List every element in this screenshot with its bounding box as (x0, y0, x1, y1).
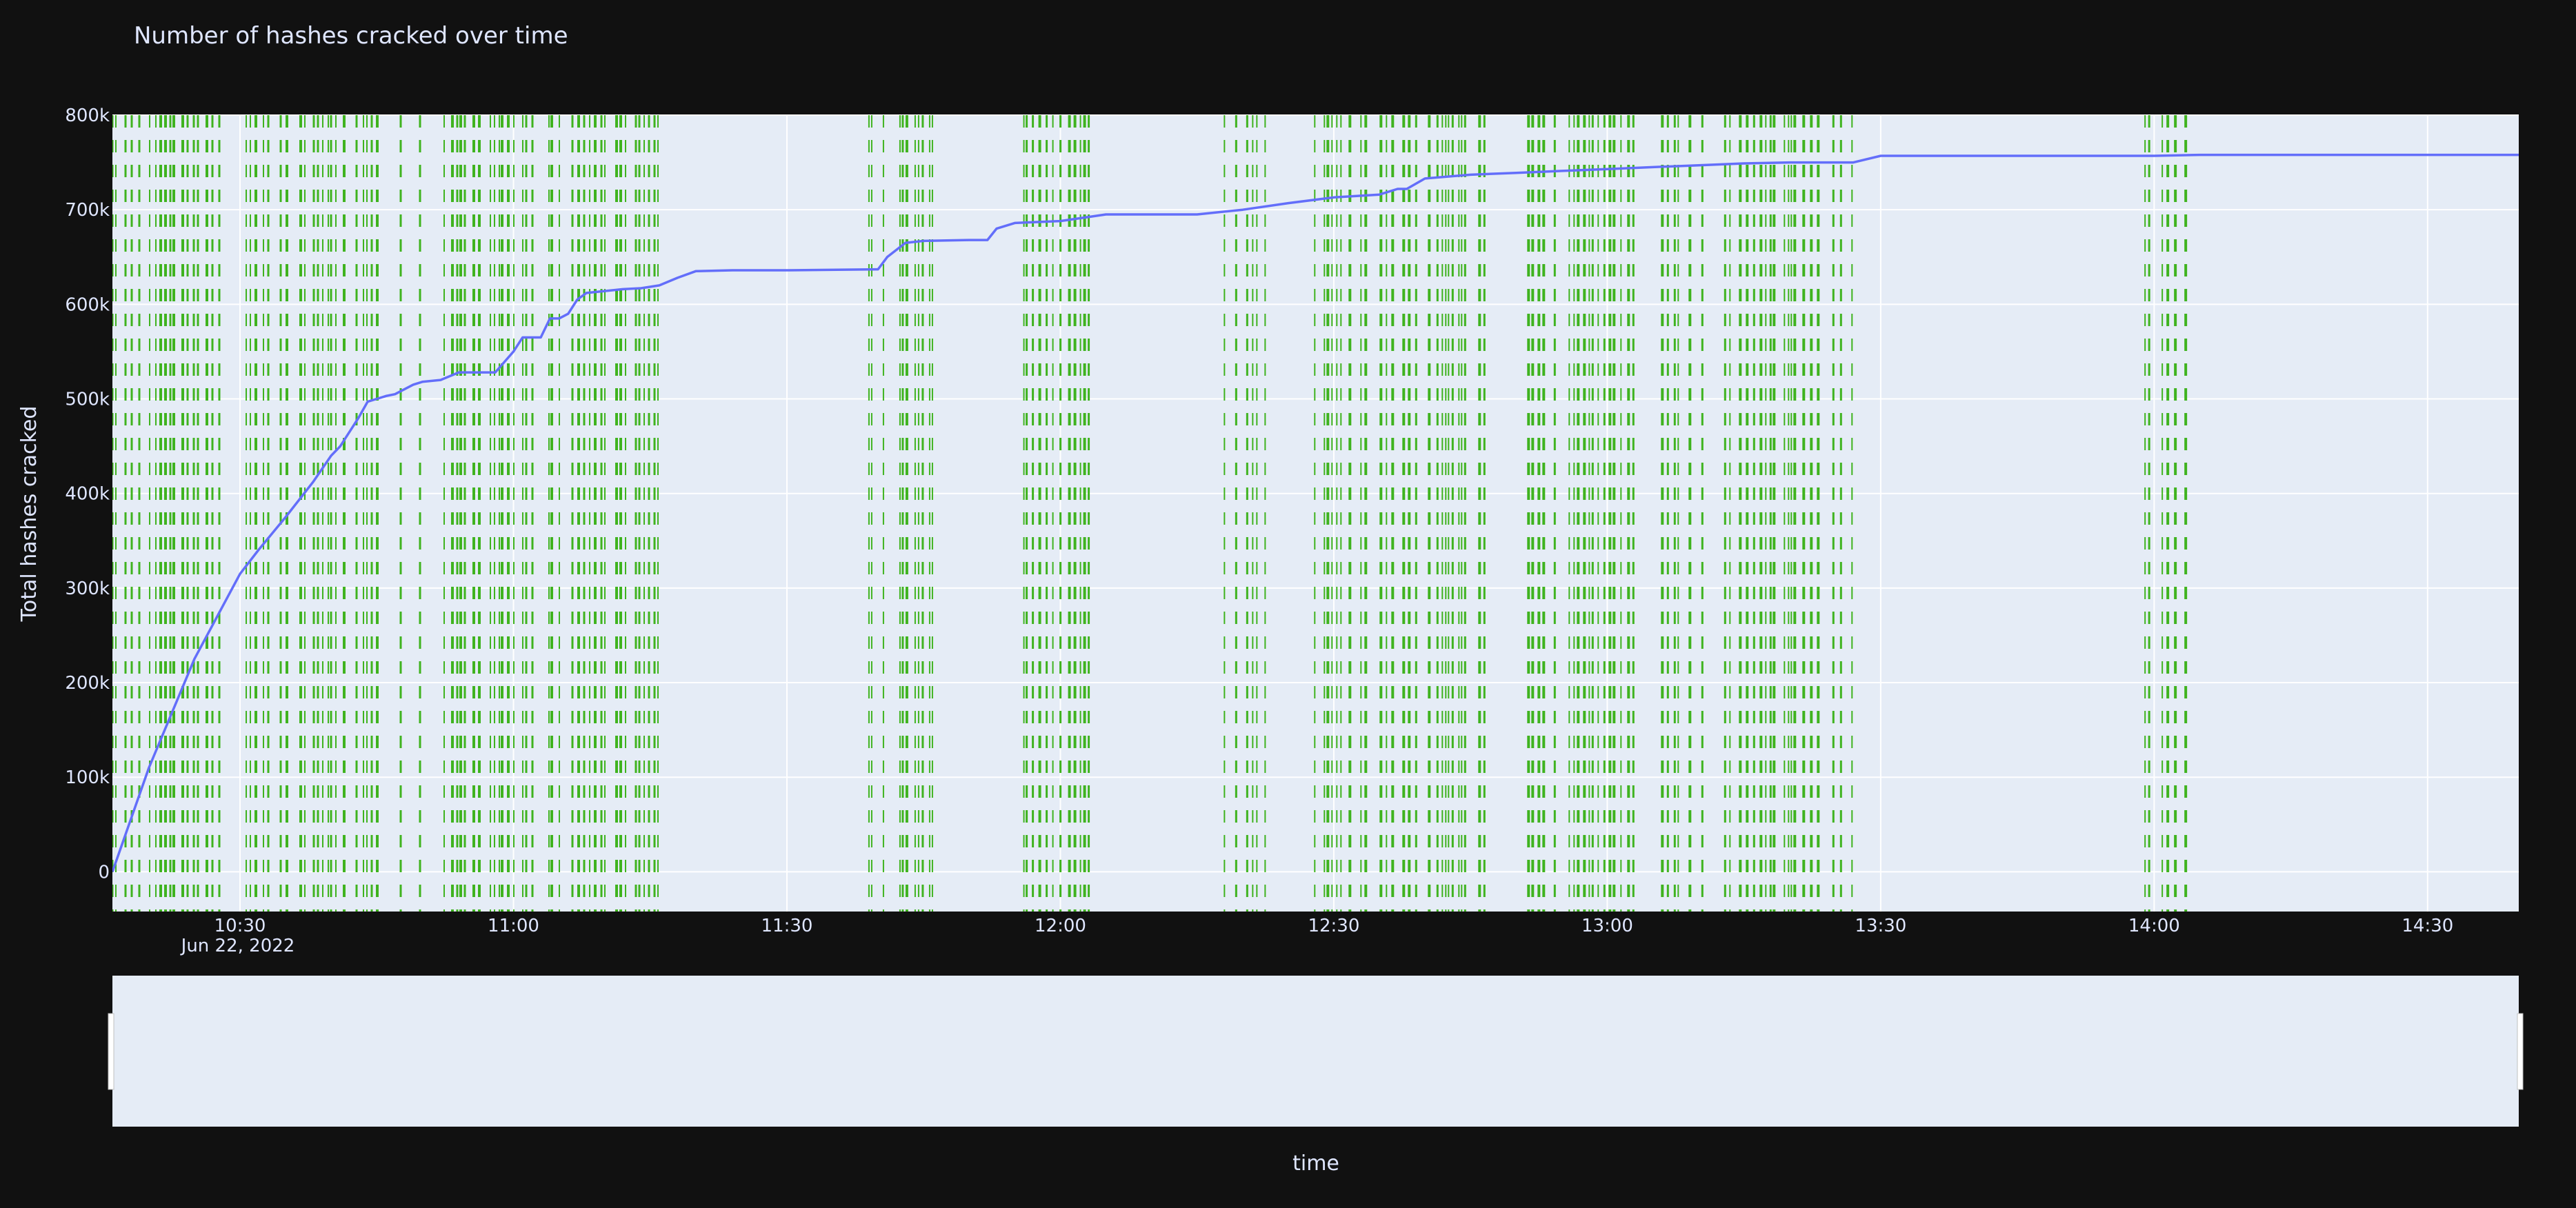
range-slider[interactable] (112, 976, 2519, 1127)
y-tick-label: 600k (65, 294, 110, 315)
y-tick-label: 700k (65, 200, 110, 221)
x-tick-label: 13:00 (1581, 916, 1633, 936)
y-tick-label: 0 (98, 862, 110, 883)
range-slider-handle-right[interactable] (2517, 1013, 2524, 1090)
range-slider-handle-left[interactable] (108, 1013, 114, 1090)
x-date-label: Jun 22, 2022 (180, 936, 295, 956)
y-tick-label: 500k (65, 390, 110, 410)
x-tick-label: 13:30 (1855, 916, 1906, 936)
x-tick-label: 12:30 (1308, 916, 1359, 936)
x-tick-label: 14:30 (2402, 916, 2453, 936)
x-tick-label: 14:00 (2128, 916, 2180, 936)
y-axis-title: Total hashes cracked (17, 406, 41, 623)
x-tick-label: 11:00 (488, 916, 539, 936)
y-tick-label: 100k (65, 767, 110, 788)
x-tick-label: 10:30 (214, 916, 266, 936)
x-tick-label: 12:00 (1035, 916, 1086, 936)
y-tick-label: 200k (65, 673, 110, 694)
x-tick-label: 11:30 (761, 916, 813, 936)
chart-svg: 0 100k 200k 300k 400k 500k 600k 700k 800k 10:30 11… (17, 105, 2524, 1176)
y-tick-label: 400k (65, 484, 110, 505)
x-axis-title: time (1292, 1151, 1339, 1176)
y-tick-label: 300k (65, 578, 110, 599)
y-tick-label: 800k (65, 105, 110, 126)
